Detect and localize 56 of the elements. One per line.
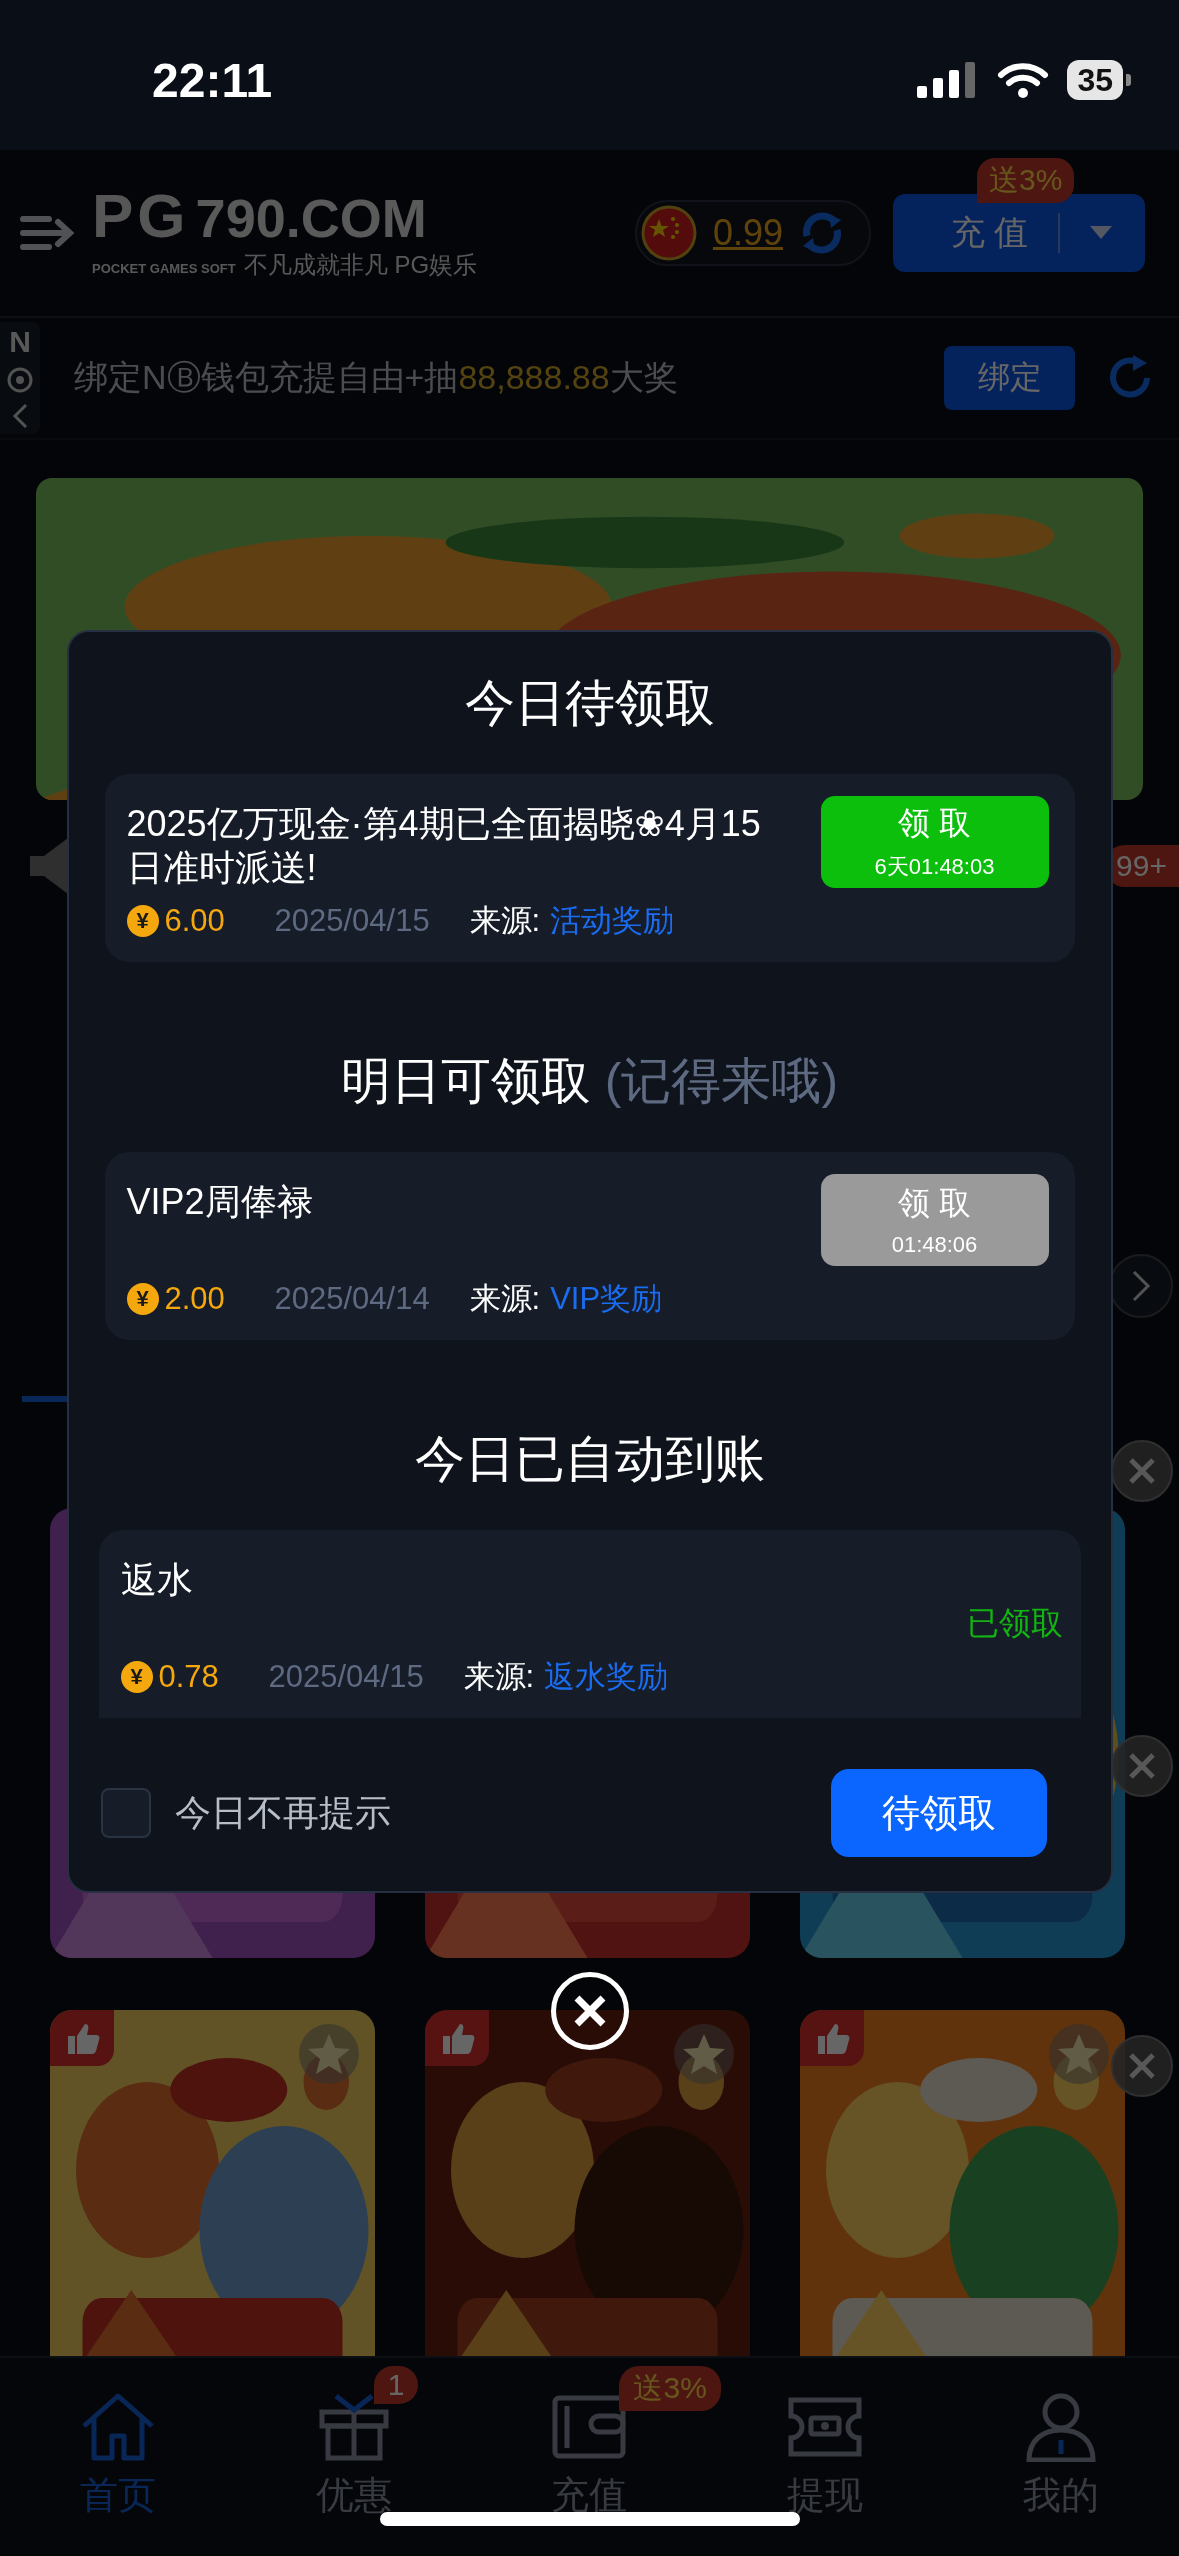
promo-text: 绑定NⒷ钱包充提自由+抽88,888.88大奖 (74, 357, 679, 398)
section-title: 今日已自动到账 (414, 1430, 765, 1489)
source-link[interactable]: 返水奖励 (544, 1656, 669, 1698)
flag-icon (640, 205, 697, 261)
menu-icon[interactable] (20, 214, 76, 252)
section-title: 明日可领取 (340, 1052, 591, 1111)
deposit-button[interactable]: 充 值 (893, 194, 1145, 272)
side-tab[interactable]: N (0, 322, 40, 434)
logo-slogan: 不凡成就非凡 PG娱乐 (243, 250, 478, 280)
source-link[interactable]: 活动奖励 (550, 900, 675, 942)
thumbs-up-icon[interactable] (800, 2010, 864, 2066)
close-icon (1128, 1752, 1156, 1780)
close-icon (572, 1994, 607, 2028)
checkbox-label: 今日不再提示 (174, 1790, 392, 1835)
bonus-badge: 送3% (977, 158, 1075, 203)
chevron-left-icon (11, 403, 29, 429)
source-label: 来源: (463, 1658, 535, 1696)
tab-item[interactable]: 首页 (0, 2358, 236, 2556)
reward-date: 2025/04/15 (274, 903, 431, 939)
tab-badge: 送3% (619, 2366, 721, 2411)
coin-icon: ¥ (120, 1661, 153, 1693)
close-icon (1128, 2052, 1156, 2080)
balance-amount[interactable]: 0.99 (712, 212, 783, 254)
thumbs-up-icon[interactable] (50, 2010, 114, 2066)
reward-amount: 0.78 (158, 1659, 220, 1695)
coin-icon: ¥ (126, 905, 159, 937)
logo-tagline: POCKET GAMES SOFT (92, 261, 236, 276)
reward-amount: 2.00 (164, 1281, 226, 1317)
logo-domain: 790.COM (195, 187, 427, 249)
speaker-icon[interactable] (30, 838, 70, 894)
status-label: 已领取 (966, 1604, 1063, 1643)
source-label: 来源: (469, 1280, 541, 1318)
section-title: 今日待领取 (464, 674, 715, 733)
tab-badge: 1 (373, 2366, 419, 2404)
source-label: 来源: (469, 902, 541, 940)
reward-title: 返水 (120, 1558, 194, 1602)
coin-icon (7, 367, 33, 393)
close-icon (1128, 1457, 1156, 1485)
chevron-right-icon (1130, 1269, 1152, 1303)
checkbox[interactable] (100, 1788, 151, 1838)
wifi-icon (997, 61, 1050, 99)
reward-title: 2025亿万现金·第4期已全面揭晓❀4月15日准时派送! (126, 802, 762, 890)
caret-icon (1090, 226, 1113, 240)
claim-button[interactable]: 领 取 6天01:48:03 (820, 796, 1049, 888)
clock-time: 22:11 (152, 52, 274, 108)
reward-date: 2025/04/15 (268, 1659, 425, 1695)
reward-title: VIP2周俸禄 (126, 1180, 314, 1224)
logo-mark: PG (92, 185, 190, 247)
reward-amount: 6.00 (164, 903, 226, 939)
section-note: (记得来哦) (604, 1052, 839, 1111)
thumbs-up-icon[interactable] (425, 2010, 489, 2066)
reward-date: 2025/04/14 (274, 1281, 431, 1317)
battery-indicator: 35 (1067, 60, 1131, 100)
coin-icon: ¥ (126, 1283, 159, 1315)
bind-button[interactable]: 绑定 (944, 346, 1075, 410)
pending-button[interactable]: 待领取 (830, 1769, 1047, 1857)
